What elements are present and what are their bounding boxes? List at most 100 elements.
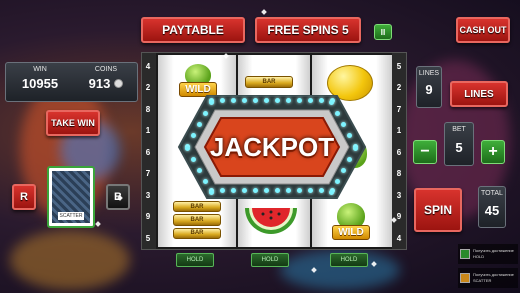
bulb-icon [242,188,247,193]
bulb-icon [319,188,324,193]
hold-label: HOLD [186,257,204,263]
bulb-icon [297,98,302,103]
bar-stack-symbol: BAR BAR BAR [170,200,224,240]
line-number: 9 [145,212,151,221]
lines-label: LINES [418,70,440,77]
hold-button-1[interactable]: HOLD [176,253,214,267]
total-value: 45 [484,203,500,218]
red-gamble-button[interactable]: R [12,184,36,210]
coins-box: COINS 913 [76,66,136,98]
line-number: 6 [145,147,151,157]
bet-plus-button[interactable]: + [481,140,505,164]
line-number: 5 [145,233,151,243]
hold-button-3[interactable]: HOLD [330,253,368,267]
bet-value: 5 [455,140,463,155]
win-box: WIN 10955 [9,66,71,98]
hold-label: HOLD [340,257,358,263]
red-gamble-label: R [20,191,28,203]
lines-button-label: LINES [464,88,494,100]
background-light [10,230,130,290]
line-number: 5 [396,61,402,71]
bulb-icon [231,188,236,193]
gamble-card[interactable]: SCATTER [47,166,95,228]
achievement-subtitle: HOLD [473,254,485,259]
paytable-label: PAYTABLE [162,23,224,37]
line-number: 3 [396,190,402,200]
free-spins-button[interactable]: FREE SPINS 5 [255,17,361,43]
bet-minus-button[interactable]: − [413,140,437,164]
free-spins-label: FREE SPINS 5 [267,23,349,37]
achievement-subtitle: SCATTER [473,278,492,283]
lines-button[interactable]: LINES [450,81,508,107]
bulb-icon [275,188,280,193]
bulb-icon [297,188,302,193]
achievement-icon [460,273,470,283]
watermelon-symbol [240,200,302,242]
coins-icon [114,79,124,88]
line-number: 4 [396,233,402,243]
lines-panel: LINES 9 [416,66,442,108]
paytable-button[interactable]: PAYTABLE [141,17,245,43]
bar-symbol: BAR [244,70,294,94]
bulb-icon [308,188,313,193]
line-number: 2 [145,83,151,92]
cashout-button[interactable]: CASH OUT [456,17,510,43]
jackpot-banner: JACKPOT [177,94,367,200]
bulb-icon [197,122,202,127]
bulb-icon [209,100,214,105]
spin-label: SPIN [423,203,452,217]
win-label: WIN [33,66,47,73]
bulb-icon [275,98,280,103]
bulb-icon [286,188,291,193]
bulb-icon [264,98,269,103]
bulb-icon [335,179,340,184]
bulb-icon [231,98,236,103]
achievement-icon [460,249,470,259]
take-win-button[interactable]: TAKE WIN [46,110,100,136]
stats-panel: WIN 10955 COINS 913 [5,62,138,102]
achievement-notification-2: Получить достижение SCATTER [458,268,518,288]
wild-label: WILD [332,224,370,240]
win-value: 10955 [21,76,59,91]
minus-icon: − [420,143,430,160]
sparkle-decoration [95,221,101,227]
total-panel: TOTAL 45 [478,186,506,228]
card-label: SCATTER [57,212,85,220]
coins-row: 913 [76,76,136,91]
take-win-label: TAKE WIN [51,118,95,128]
line-number: 7 [396,104,402,114]
cashout-label: CASH OUT [459,25,507,35]
jackpot-text: JACKPOT [209,132,335,162]
wild-grapes-symbol-3: WILD [322,196,380,246]
bulb-icon [335,111,340,116]
line-number: 8 [396,169,402,178]
bulb-icon [319,98,324,103]
pause-button[interactable]: II [374,24,392,40]
line-number: 4 [145,61,151,71]
bulb-icon [264,188,269,193]
coins-value: 913 [88,76,111,91]
bar-label: BAR [173,227,221,239]
line-number: 7 [145,169,151,178]
line-number: 2 [396,83,402,92]
bulb-icon [203,111,208,116]
line-number: 6 [396,147,402,157]
bulb-icon [197,168,202,173]
line-number: 1 [145,126,151,135]
line-number: 9 [396,212,402,221]
spin-button[interactable]: SPIN [414,188,462,232]
line-number: 3 [145,190,151,200]
pause-icon: II [380,27,386,37]
line-number: 8 [145,104,151,114]
watermelon-icon [245,208,297,234]
bulb-icon [341,122,346,127]
line-number: 1 [396,126,402,135]
bulb-icon [341,168,346,173]
bar-label: BAR [245,76,293,88]
bulb-icon [203,179,208,184]
achievement-notification-1: Получить достижение HOLD [458,244,518,264]
bulb-icon [308,98,313,103]
bar-label: BAR [173,201,221,213]
hold-button-2[interactable]: HOLD [251,253,289,267]
card-back: SCATTER [52,171,90,223]
